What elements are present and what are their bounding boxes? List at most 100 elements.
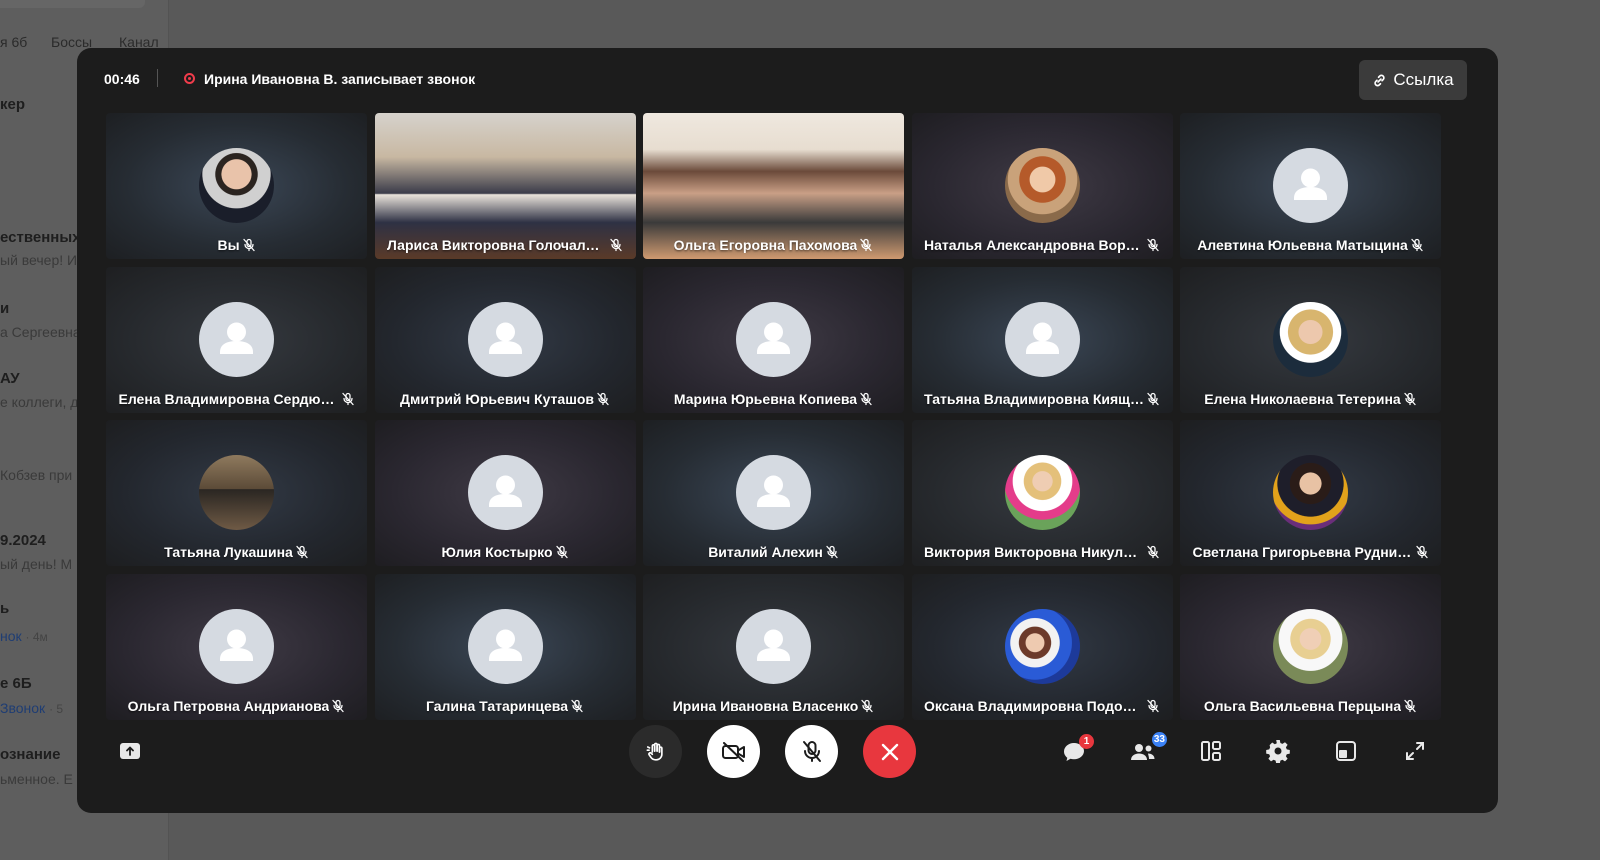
muted-mic-icon [610,238,622,252]
settings-button[interactable] [1265,738,1291,764]
muted-mic-icon [341,392,354,405]
participant-name: Ольга Васильевна Перцына [1203,697,1402,714]
muted-mic-icon [1147,392,1159,405]
participant-avatar [1273,301,1348,377]
default-avatar [736,301,811,377]
participant-name-row: Дмитрий Юрьевич Куташов [375,391,636,407]
chat-button[interactable]: 1 [1060,734,1094,766]
picture-in-picture-button[interactable] [1333,738,1359,764]
participant-tile[interactable]: Виктория Викторовна Никулина [911,420,1173,566]
fullscreen-button[interactable] [1402,738,1428,764]
user-icon [220,322,253,354]
participant-name: Марина Юрьевна Копиева [673,390,858,407]
user-icon [1294,168,1327,200]
grid-layout-icon [1201,741,1221,761]
participant-name-row: Ирина Ивановна Власенко [643,698,904,714]
default-avatar [467,301,543,377]
participant-name: Вы [217,237,240,253]
participant-tile[interactable]: Дмитрий Юрьевич Куташов [374,266,636,413]
participant-tile[interactable]: Оксана Владимировна Подорога [911,573,1173,720]
participant-tile[interactable]: Татьяна Владимировна Кияще... [911,266,1173,413]
participant-tile[interactable]: Марина Юрьевна Копиева [643,266,904,413]
participant-tile[interactable]: Татьяна Лукашина [106,420,367,566]
participant-name: Татьяна Лукашина [164,544,293,560]
participant-video-tile[interactable]: Ольга Егоровна Пахомова [643,113,904,259]
participant-name: Ирина Ивановна Власенко [672,697,859,714]
muted-mic-icon [1415,545,1428,559]
video-call-window: 00:46 Ирина Ивановна В. записывает звоно… [77,48,1498,813]
copy-link-label: Ссылка [1393,70,1454,89]
user-icon [220,629,253,661]
default-avatar [199,608,274,684]
participant-name-row: Галина Татаринцева [375,698,636,714]
call-header: 00:46 Ирина Ивановна В. записывает звоно… [77,48,1498,110]
participant-name-row: Оксана Владимировна Подорога [912,698,1173,714]
muted-mic-icon [860,392,872,405]
participant-name: Елена Николаевна Тетерина [1204,390,1401,407]
mic-off-icon [802,740,821,762]
header-divider [157,69,158,87]
participant-tile[interactable]: Наталья Александровна Вороб... [911,113,1173,259]
background-time: · 5 [49,702,64,716]
participant-name-row: Ольга Васильевна Перцына [1180,698,1441,714]
muted-mic-icon [296,545,308,559]
default-avatar [199,301,274,377]
muted-mic-icon [571,699,583,712]
participant-tile[interactable]: Виталий Алехин [643,420,904,566]
chat-unread-badge: 1 [1079,734,1094,749]
participant-name: Елена Владимировна Сердюко... [118,390,339,407]
participant-tile[interactable]: Ирина Ивановна Власенко [643,573,904,720]
muted-mic-icon [826,545,838,559]
participants-icon [1131,744,1155,760]
end-call-button[interactable] [863,725,916,778]
muted-mic-icon [860,238,872,252]
muted-mic-icon [1404,392,1416,405]
participant-name: Виталий Алехин [708,544,823,560]
copy-link-button[interactable]: Ссылка [1359,60,1467,100]
participant-name: Светлана Григорьевна Руднико... [1192,544,1413,560]
participant-tile[interactable]: Алевтина Юльевна Матыцина [1180,113,1441,259]
participant-tile[interactable]: Юлия Костырко [374,420,636,566]
call-timer: 00:46 [104,71,140,87]
participant-name: Алевтина Юльевна Матыцина [1197,237,1408,253]
camera-toggle-button[interactable] [707,725,760,778]
raise-hand-button[interactable] [629,725,682,778]
participant-avatar [199,148,274,223]
microphone-toggle-button[interactable] [785,725,838,778]
muted-mic-icon [1404,699,1416,712]
participant-tile[interactable]: Светлана Григорьевна Руднико... [1180,420,1441,566]
participant-tile[interactable]: Вы [106,113,367,259]
participant-name-row: Вы [106,237,367,253]
participant-tile[interactable]: Ольга Петровна Андрианова [106,573,367,720]
background-call-link: Звонок [0,700,46,716]
participant-name-row: Юлия Костырко [375,544,636,560]
participant-name: Юлия Костырко [441,544,553,560]
user-icon [757,322,790,354]
upload-screen-icon [120,743,140,759]
layout-button[interactable] [1198,738,1224,764]
participant-tile[interactable]: Елена Владимировна Сердюко... [106,266,367,413]
participant-tile[interactable]: Галина Татаринцева [374,573,636,720]
participant-name-row: Ольга Петровна Андрианова [106,698,367,714]
participant-name-row: Татьяна Владимировна Кияще... [912,391,1173,407]
participant-name-row: Светлана Григорьевна Руднико... [1180,544,1441,560]
participant-video-tile[interactable]: Лариса Викторовна Голочалова [374,113,636,259]
default-avatar [1273,148,1348,223]
muted-mic-icon [861,699,873,712]
participant-name-row: Татьяна Лукашина [106,544,367,560]
participants-button[interactable]: 33 [1129,732,1167,766]
participants-grid: Вы Лариса Викторовна Голочалова Ольга Егор… [106,113,1469,766]
participant-name-row: Елена Владимировна Сердюко... [106,391,367,407]
participant-name: Татьяна Владимировна Кияще... [924,390,1144,407]
user-icon [757,475,790,507]
share-screen-button[interactable] [117,738,143,764]
default-avatar [467,455,543,530]
default-avatar [736,455,811,530]
participant-name: Галина Татаринцева [425,697,569,714]
call-controls-bar [77,718,1498,813]
participant-tile[interactable]: Ольга Васильевна Перцына [1180,573,1441,720]
recording-status: Ирина Ивановна В. записывает звонок [204,71,476,87]
muted-mic-icon [597,392,609,405]
participant-tile[interactable]: Елена Николаевна Тетерина [1180,266,1441,413]
background-call-link: нок [0,628,22,644]
